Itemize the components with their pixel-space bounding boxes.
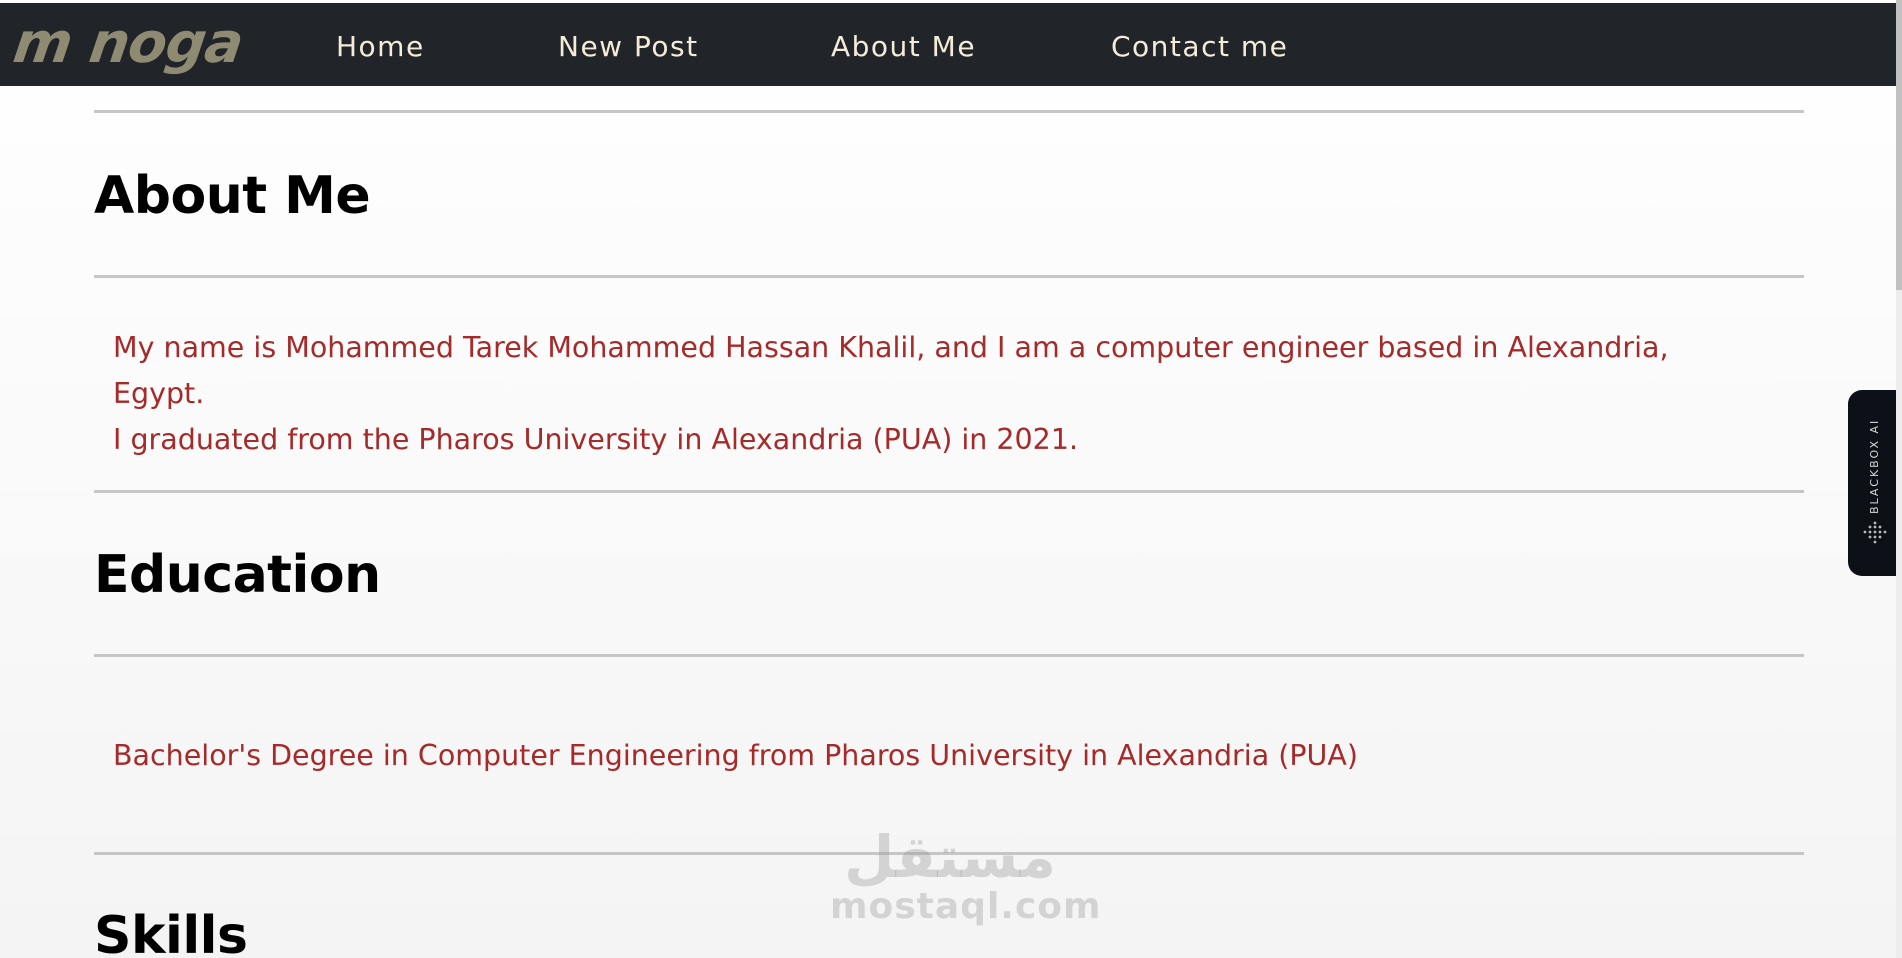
- education-heading: Education: [94, 545, 381, 605]
- divider: [94, 852, 1804, 855]
- education-text: Bachelor's Degree in Computer Engineerin…: [113, 739, 1358, 772]
- blackbox-logo-icon: [1863, 521, 1887, 544]
- about-line: I graduated from the Pharos University i…: [113, 423, 1079, 456]
- navbar: m noga Home New Post About Me Contact me: [0, 3, 1900, 86]
- divider: [94, 490, 1804, 493]
- divider: [94, 654, 1804, 657]
- divider: [94, 275, 1804, 278]
- blackbox-ai-label: BLACKBOX AI: [1868, 418, 1881, 514]
- skills-heading: Skills: [94, 906, 248, 958]
- watermark-latin: mostaql.com: [830, 886, 1102, 927]
- site-logo[interactable]: m noga: [10, 11, 259, 76]
- about-text: My name is Mohammed Tarek Mohammed Hassa…: [113, 325, 1753, 463]
- page: m noga Home New Post About Me Contact me…: [0, 0, 1902, 958]
- watermark-arabic: مستقل: [843, 823, 1057, 891]
- nav-link-about-me[interactable]: About Me: [831, 3, 976, 86]
- divider: [94, 110, 1804, 113]
- nav-link-new-post[interactable]: New Post: [558, 3, 699, 86]
- scrollbar-thumb[interactable]: [1896, 0, 1902, 290]
- about-heading: About Me: [94, 166, 371, 226]
- about-line: My name is Mohammed Tarek Mohammed Hassa…: [113, 331, 1669, 410]
- scrollbar-track[interactable]: [1896, 0, 1902, 958]
- nav-link-contact-me[interactable]: Contact me: [1111, 3, 1288, 86]
- watermark: مستقل mostaql.com: [830, 823, 1102, 927]
- nav-link-home[interactable]: Home: [336, 3, 425, 86]
- blackbox-ai-tab[interactable]: BLACKBOX AI: [1848, 390, 1902, 576]
